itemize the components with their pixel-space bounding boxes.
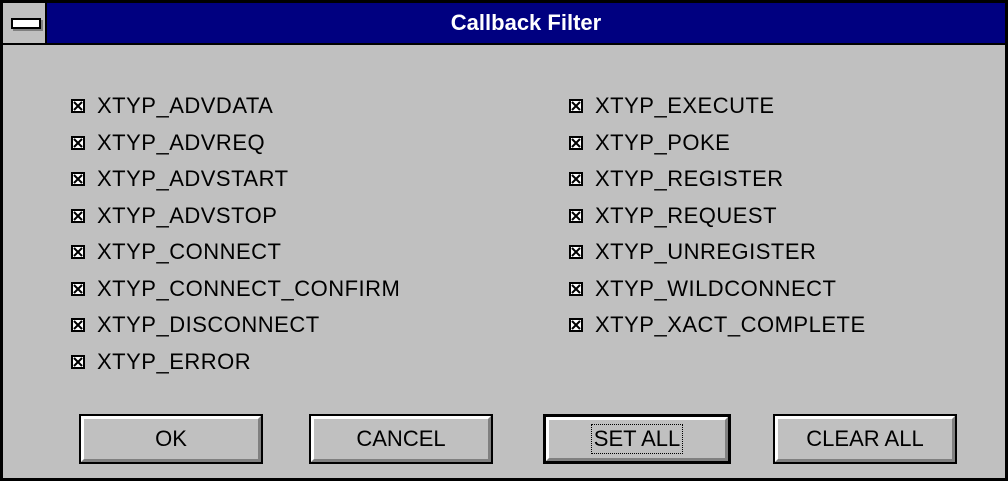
checkbox[interactable] (569, 172, 583, 186)
callback-filter-dialog: Callback Filter XTYP_ADVDATA XTYP_ADVREQ X… (0, 0, 1008, 481)
checkbox[interactable] (71, 136, 85, 150)
checkbox[interactable] (71, 282, 85, 296)
checkmark-x-icon (73, 211, 83, 221)
checkbox-row[interactable]: XTYP_REQUEST (569, 199, 777, 233)
cancel-button-label: CANCEL (356, 426, 446, 451)
checkmark-x-icon (73, 247, 83, 257)
checkbox-label: XTYP_WILDCONNECT (595, 276, 837, 301)
cancel-button[interactable]: CANCEL (309, 414, 493, 464)
checkmark-x-icon (571, 247, 581, 257)
checkbox[interactable] (71, 209, 85, 223)
checkbox-row[interactable]: XTYP_POKE (569, 126, 730, 160)
checkbox-label: XTYP_POKE (595, 130, 731, 155)
checkbox-row[interactable]: XTYP_ADVSTART (71, 162, 289, 196)
clear-all-button[interactable]: CLEAR ALL (773, 414, 957, 464)
checkbox[interactable] (569, 245, 583, 259)
checkbox-row[interactable]: XTYP_CONNECT_CONFIRM (71, 272, 400, 306)
checkbox-row[interactable]: XTYP_UNREGISTER (569, 235, 816, 269)
checkbox-label: XTYP_ADVSTART (97, 166, 289, 191)
checkbox-label: XTYP_ADVDATA (97, 93, 274, 118)
checkbox-row[interactable]: XTYP_EXECUTE (569, 89, 775, 123)
checkbox[interactable] (71, 172, 85, 186)
checkbox-row[interactable]: XTYP_ADVREQ (71, 126, 265, 160)
checkbox[interactable] (569, 136, 583, 150)
set-all-button[interactable]: SET ALL (543, 414, 731, 464)
checkmark-x-icon (73, 101, 83, 111)
checkbox[interactable] (569, 282, 583, 296)
checkbox-label: XTYP_REQUEST (595, 203, 778, 228)
checkbox-row[interactable]: XTYP_CONNECT (71, 235, 281, 269)
checkmark-x-icon (571, 174, 581, 184)
set-all-button-label: SET ALL (590, 424, 684, 454)
clear-all-button-label: CLEAR ALL (806, 426, 924, 451)
checkbox-label: XTYP_CONNECT_CONFIRM (97, 276, 401, 301)
checkmark-x-icon (571, 284, 581, 294)
checkbox[interactable] (569, 318, 583, 332)
checkmark-x-icon (73, 357, 83, 367)
checkbox[interactable] (71, 355, 85, 369)
checkbox-row[interactable]: XTYP_WILDCONNECT (569, 272, 836, 306)
checkbox-row[interactable]: XTYP_ADVSTOP (71, 199, 277, 233)
checkbox-row[interactable]: XTYP_DISCONNECT (71, 308, 320, 342)
checkmark-x-icon (571, 320, 581, 330)
ok-button-label: OK (155, 426, 187, 451)
system-menu-icon (11, 18, 41, 29)
checkbox-label: XTYP_DISCONNECT (97, 312, 320, 337)
checkbox-label: XTYP_UNREGISTER (595, 239, 817, 264)
checkmark-x-icon (571, 138, 581, 148)
system-menu-button[interactable] (3, 3, 47, 43)
checkbox-label: XTYP_EXECUTE (595, 93, 775, 118)
title-bar: Callback Filter (3, 3, 1005, 45)
ok-button[interactable]: OK (79, 414, 263, 464)
checkbox-label: XTYP_XACT_COMPLETE (595, 312, 866, 337)
checkmark-x-icon (73, 284, 83, 294)
checkbox-row[interactable]: XTYP_ERROR (71, 345, 251, 379)
checkbox[interactable] (569, 209, 583, 223)
checkbox[interactable] (71, 99, 85, 113)
checkbox[interactable] (71, 245, 85, 259)
checkmark-x-icon (571, 101, 581, 111)
checkbox-label: XTYP_ADVREQ (97, 130, 266, 155)
checkmark-x-icon (73, 320, 83, 330)
checkbox-label: XTYP_ERROR (97, 349, 252, 374)
window-title: Callback Filter (450, 10, 602, 35)
checkbox[interactable] (569, 99, 583, 113)
checkmark-x-icon (73, 174, 83, 184)
checkbox-label: XTYP_REGISTER (595, 166, 784, 191)
checkbox-label: XTYP_ADVSTOP (97, 203, 278, 228)
checkbox-row[interactable]: XTYP_REGISTER (569, 162, 784, 196)
checkbox-row[interactable]: XTYP_XACT_COMPLETE (569, 308, 866, 342)
checkmark-x-icon (73, 138, 83, 148)
checkbox-row[interactable]: XTYP_ADVDATA (71, 89, 273, 123)
checkmark-x-icon (571, 211, 581, 221)
checkbox-label: XTYP_CONNECT (97, 239, 282, 264)
checkbox[interactable] (71, 318, 85, 332)
